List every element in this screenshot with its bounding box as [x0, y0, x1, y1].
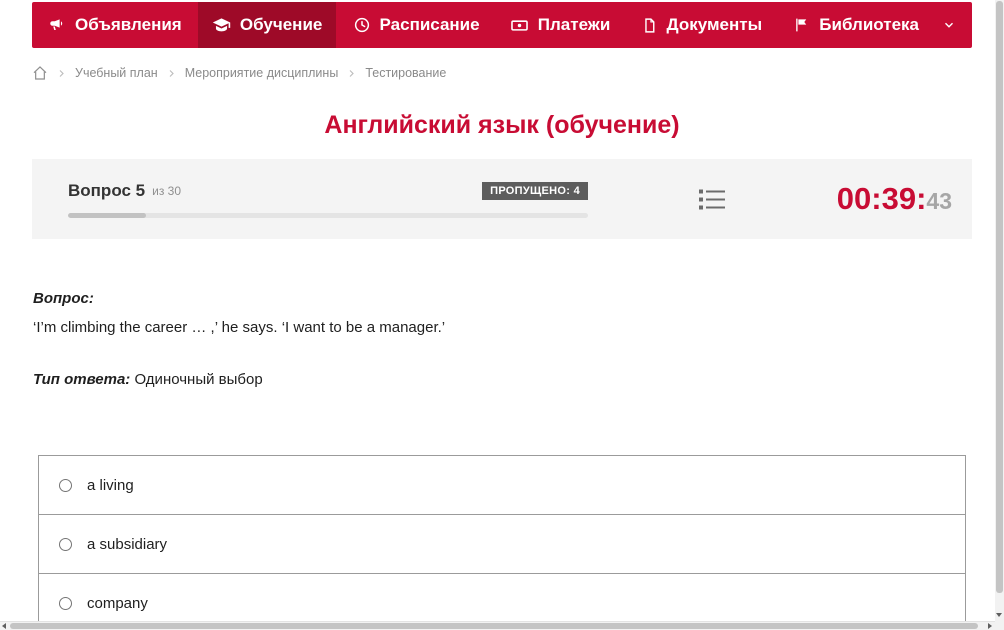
megaphone-icon [48, 16, 66, 34]
radio-button[interactable] [59, 597, 72, 610]
question-progress-block: Вопрос 5 из 30 ПРОПУЩЕНО: 4 [68, 181, 588, 218]
test-header-card: Вопрос 5 из 30 ПРОПУЩЕНО: 4 00:39:43 [32, 159, 972, 239]
nav-item-learning[interactable]: Обучение [198, 2, 336, 48]
nav-label: Расписание [380, 15, 480, 35]
answer-type-row: Тип ответа: Одиночный выбор [33, 371, 972, 388]
radio-button[interactable] [59, 538, 72, 551]
scrollbar-corner [995, 621, 1004, 630]
clock-icon [353, 16, 371, 34]
vertical-scrollbar-thumb[interactable] [996, 1, 1003, 593]
nav-label: Объявления [75, 15, 182, 35]
document-icon [641, 17, 658, 34]
question-prompt-label: Вопрос: [33, 290, 972, 307]
option-label: a living [87, 477, 134, 494]
horizontal-scrollbar-thumb[interactable] [10, 623, 978, 629]
nav-item-documents[interactable]: Документы [627, 2, 777, 48]
home-icon[interactable] [32, 65, 48, 81]
nav-item-library[interactable]: Библиотека [778, 2, 970, 48]
chevron-right-icon [347, 69, 356, 78]
timer: 00:39:43 [837, 181, 952, 217]
progress-bar [68, 213, 588, 218]
breadcrumb-item-discipline-events[interactable]: Мероприятие дисциплины [185, 66, 339, 80]
banknote-icon [510, 16, 529, 35]
answer-options: a living a subsidiary company [32, 455, 972, 630]
nav-label: Платежи [538, 15, 611, 35]
nav-label: Обучение [240, 15, 322, 35]
question-total: из 30 [152, 184, 181, 198]
horizontal-scrollbar[interactable] [0, 621, 1004, 630]
answer-option[interactable]: a subsidiary [38, 514, 966, 574]
chevron-down-icon[interactable] [942, 18, 956, 32]
option-label: company [87, 595, 148, 612]
question-text: ‘I’m climbing the career … ,’ he says. ‘… [33, 319, 972, 336]
scroll-left-arrow-icon[interactable] [2, 623, 6, 629]
main-content: Объявления Обучение Расписание Платежи Д… [32, 0, 972, 630]
answer-option[interactable]: a living [38, 455, 966, 515]
timer-seconds: 43 [926, 188, 952, 215]
radio-button[interactable] [59, 479, 72, 492]
breadcrumb: Учебный план Мероприятие дисциплины Тест… [32, 65, 972, 81]
breadcrumb-item-curriculum[interactable]: Учебный план [75, 66, 158, 80]
answer-type-label: Тип ответа: [33, 371, 130, 388]
answer-type-value: Одиночный выбор [134, 371, 262, 388]
timer-hours-minutes: 00:39: [837, 181, 927, 217]
nav-item-announcements[interactable]: Объявления [34, 2, 196, 48]
nav-item-schedule[interactable]: Расписание [339, 2, 494, 48]
vertical-scrollbar[interactable] [995, 0, 1004, 621]
skipped-badge: ПРОПУЩЕНО: 4 [482, 182, 588, 200]
chevron-right-icon [167, 69, 176, 78]
scroll-down-arrow-icon[interactable] [996, 613, 1002, 617]
option-label: a subsidiary [87, 536, 167, 553]
page-title: Английский язык (обучение) [32, 111, 972, 140]
nav-label: Библиотека [819, 15, 919, 35]
nav-label: Документы [667, 15, 763, 35]
question-list-icon[interactable] [697, 186, 727, 213]
progress-fill [68, 213, 146, 218]
graduation-cap-icon [212, 16, 231, 35]
top-navigation: Объявления Обучение Расписание Платежи Д… [32, 2, 972, 48]
question-number: Вопрос 5 [68, 181, 145, 201]
question-section: Вопрос: ‘I’m climbing the career … ,’ he… [32, 290, 972, 388]
chevron-right-icon [57, 69, 66, 78]
library-icon [792, 16, 810, 34]
breadcrumb-item-testing: Тестирование [365, 66, 446, 80]
scroll-right-arrow-icon[interactable] [988, 623, 992, 629]
nav-item-payments[interactable]: Платежи [496, 2, 625, 48]
